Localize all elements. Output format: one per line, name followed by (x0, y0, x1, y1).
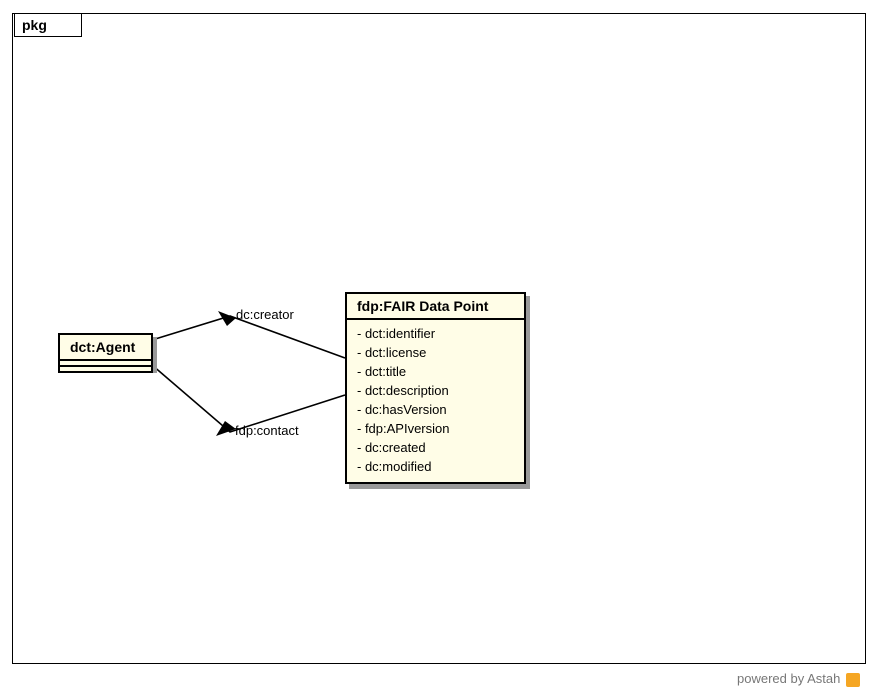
class-attribute: - dct:description (357, 381, 514, 400)
class-agent: dct:Agent (58, 333, 153, 373)
diagram-canvas: pkg dc:creator fdp:contact dct:Agent fdp… (0, 0, 880, 693)
class-attribute: - dct:identifier (357, 324, 514, 343)
class-attribute: - dct:title (357, 362, 514, 381)
class-attributes: - dct:identifier - dct:license - dct:tit… (347, 320, 524, 482)
class-attribute: - dc:modified (357, 457, 514, 476)
package-label: pkg (22, 17, 47, 33)
astah-icon (846, 673, 860, 687)
class-attribute: - dct:license (357, 343, 514, 362)
class-attribute: - dc:hasVersion (357, 400, 514, 419)
class-body-empty (60, 367, 151, 371)
footer-text: powered by Astah (737, 671, 840, 686)
class-attribute: - dc:created (357, 438, 514, 457)
relation-label-contact: fdp:contact (235, 423, 299, 438)
class-attribute: - fdp:APIversion (357, 419, 514, 438)
footer: powered by Astah (737, 671, 860, 687)
relation-label-creator: dc:creator (236, 307, 294, 322)
class-title: fdp:FAIR Data Point (347, 294, 524, 320)
class-fdp: fdp:FAIR Data Point - dct:identifier - d… (345, 292, 526, 484)
class-title: dct:Agent (60, 335, 151, 361)
